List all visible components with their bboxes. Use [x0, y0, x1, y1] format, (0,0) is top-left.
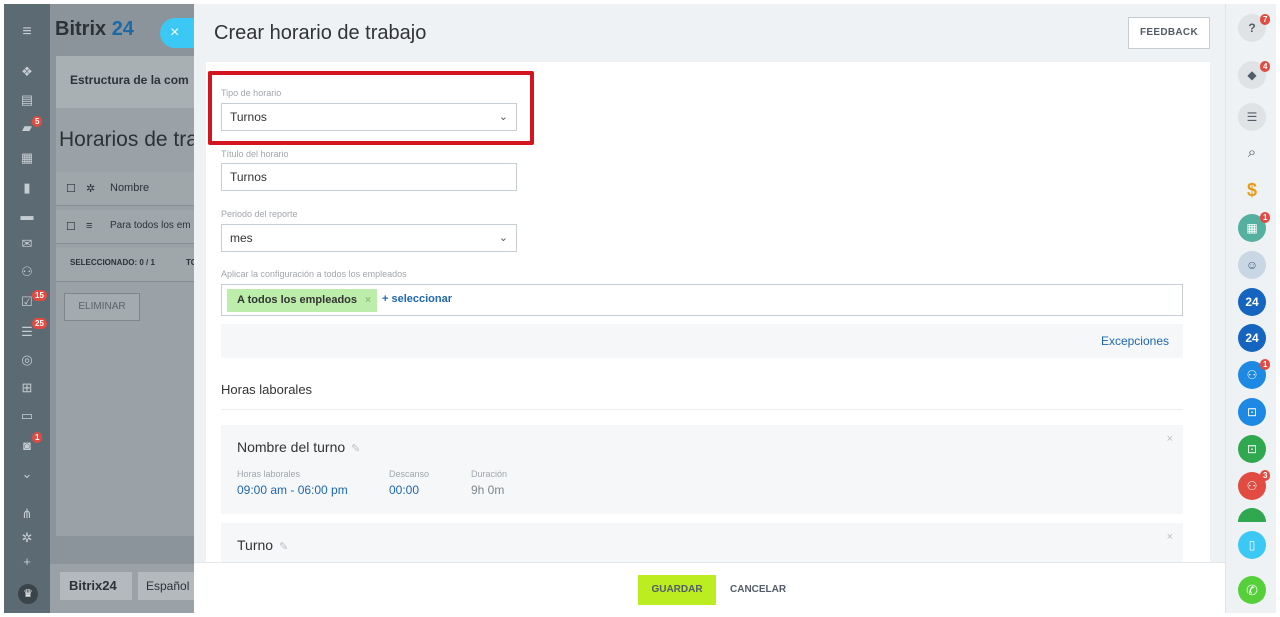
close-icon[interactable]: ×	[1167, 433, 1173, 445]
chat-badge: 5	[32, 116, 43, 127]
group-chat-badge: 1	[1260, 359, 1271, 370]
background-page-title: Horarios de tra	[59, 128, 194, 151]
schedule-title-input[interactable]: Turnos	[221, 163, 517, 191]
help-badge: 7	[1260, 14, 1271, 25]
divider	[221, 409, 1183, 410]
table-row: ☐ ≡ Para todos los em	[56, 210, 194, 244]
feed-badge: 25	[32, 318, 47, 329]
crm-icon[interactable]	[1238, 508, 1266, 522]
pencil-icon[interactable]: ✎	[279, 540, 288, 553]
schedule-title-label: Título del horario	[221, 149, 289, 159]
more-icon[interactable]: ⌄	[19, 466, 35, 482]
mail-icon[interactable]: ✉	[19, 236, 35, 252]
report-period-label: Periodo del reporte	[221, 209, 298, 219]
shift-name[interactable]: Turno ✎	[237, 537, 288, 553]
documents-icon[interactable]: ▮	[19, 180, 35, 196]
calendar-badge: 1	[1260, 212, 1271, 223]
activity-icon[interactable]: ❖	[19, 64, 35, 80]
remove-tag-icon[interactable]: ×	[365, 289, 371, 312]
shift-duration-value: 9h 0m	[471, 483, 505, 497]
select-employees-link[interactable]: + seleccionar	[382, 293, 452, 305]
menu-icon[interactable]: ≡	[86, 220, 92, 232]
working-hours-heading: Horas laborales	[221, 382, 313, 397]
avatar[interactable]: ☺	[1238, 251, 1266, 279]
bitrix-logo: Bitrix 24	[55, 18, 134, 40]
slider-title: Crear horario de trabajo	[214, 22, 427, 44]
feedback-button[interactable]: FEEDBACK	[1128, 17, 1210, 49]
report-period-select[interactable]: mes ⌄	[221, 224, 517, 252]
tasks-icon[interactable]: ▤	[19, 92, 35, 108]
bitrix24-footer-logo[interactable]: Bitrix24	[60, 572, 132, 600]
structure-bar: Estructura de la com	[56, 56, 194, 108]
phone-icon[interactable]: ✆	[1238, 576, 1266, 604]
save-button[interactable]: GUARDAR	[638, 575, 716, 605]
chevron-down-icon: ⌄	[498, 232, 508, 244]
checkbox-icon[interactable]: ☐	[66, 220, 76, 233]
cancel-button[interactable]: CANCELAR	[730, 575, 786, 605]
crown-icon[interactable]: ♛	[18, 584, 38, 604]
shift-hours-label: Horas laborales	[237, 469, 301, 479]
sitemap-icon[interactable]: ⋔	[19, 506, 35, 522]
drive-icon[interactable]: ▬	[19, 208, 35, 224]
messenger-icon[interactable]: ☰	[1238, 103, 1266, 131]
groups-icon[interactable]: ⚇	[19, 264, 35, 280]
add-icon[interactable]: +	[19, 554, 35, 570]
all-employees-tag[interactable]: A todos los empleados ×	[227, 289, 378, 312]
schedule-form: Tipo de horario Turnos ⌄ Título del hora…	[206, 62, 1210, 562]
background-app: Bitrix 24 × Estructura de la com Horario…	[50, 4, 194, 613]
cart-icon[interactable]: ⊞	[19, 380, 35, 396]
bitrix24-icon[interactable]: 24	[1238, 288, 1266, 316]
menu-icon[interactable]: ≡	[19, 24, 35, 40]
bitrix24-icon[interactable]: 24	[1238, 324, 1266, 352]
pencil-icon[interactable]: ✎	[351, 442, 360, 455]
left-sidebar: ≡ ❖ ▤ ▰ 5 ▦ ▮ ▬ ✉ ⚇ ☑ 15 ☰ 25 ◎ ⊞ ▭ ◙ 1 …	[4, 4, 50, 613]
settings-icon[interactable]: ✲	[19, 530, 35, 546]
language-button[interactable]: Español	[138, 572, 194, 600]
calendar-icon[interactable]: ▦	[19, 150, 35, 166]
gear-icon[interactable]: ✲	[86, 182, 95, 195]
create-schedule-slider: Crear horario de trabajo FEEDBACK Tipo d…	[194, 4, 1225, 613]
delete-button[interactable]: ELIMINAR	[64, 293, 140, 321]
background-footer: Bitrix24 Español	[50, 564, 194, 613]
target-icon[interactable]: ◎	[19, 352, 35, 368]
lock-icon[interactable]: ⊡	[1238, 398, 1266, 426]
documents-icon[interactable]: ▯	[1238, 531, 1266, 559]
lock-icon[interactable]: ⊡	[1238, 435, 1266, 463]
shift-duration-label: Duración	[471, 469, 508, 479]
close-icon[interactable]: ×	[1167, 531, 1173, 543]
exceptions-bar: Excepciones	[221, 324, 1183, 358]
robot-badge: 1	[32, 432, 43, 443]
highlight-frame	[208, 71, 534, 145]
exceptions-link[interactable]: Excepciones	[1101, 334, 1169, 348]
contact-card-icon[interactable]: ▭	[19, 408, 35, 424]
search-icon[interactable]: ⌕	[1238, 139, 1266, 167]
right-sidebar: ? 7 ◆ 4 ☰ ⌕ $ ▦ 1 ☺ 24 24 ⚇ 1 ⊡ ⊡ ⚇ 3 ▯ …	[1225, 4, 1276, 613]
group-chat-badge: 3	[1260, 470, 1271, 481]
notifications-badge: 4	[1260, 61, 1271, 72]
employees-selector[interactable]: A todos los empleados × + seleccionar	[221, 284, 1183, 316]
shift-name[interactable]: Nombre del turno ✎	[237, 439, 360, 455]
shift-hours-value[interactable]: 09:00 am - 06:00 pm	[237, 483, 348, 497]
table-summary: SELECCIONADO: 0 / 1 TO	[56, 248, 194, 282]
checkbox-icon[interactable]: ☐	[66, 182, 76, 195]
apply-all-label: Aplicar la configuración a todos los emp…	[221, 269, 407, 279]
tasks-badge: 15	[32, 290, 47, 301]
close-slider-button[interactable]: ×	[160, 18, 194, 48]
slider-footer: GUARDAR CANCELAR	[194, 562, 1225, 613]
shift-break-label: Descanso	[389, 469, 430, 479]
shift-card: Turno ✎ ×	[221, 523, 1183, 562]
shift-card: Nombre del turno ✎ × Horas laborales 09:0…	[221, 425, 1183, 514]
dollar-icon[interactable]: $	[1238, 176, 1266, 204]
shift-break-value[interactable]: 00:00	[389, 483, 419, 497]
table-header: ☐ ✲ Nombre	[56, 172, 194, 206]
